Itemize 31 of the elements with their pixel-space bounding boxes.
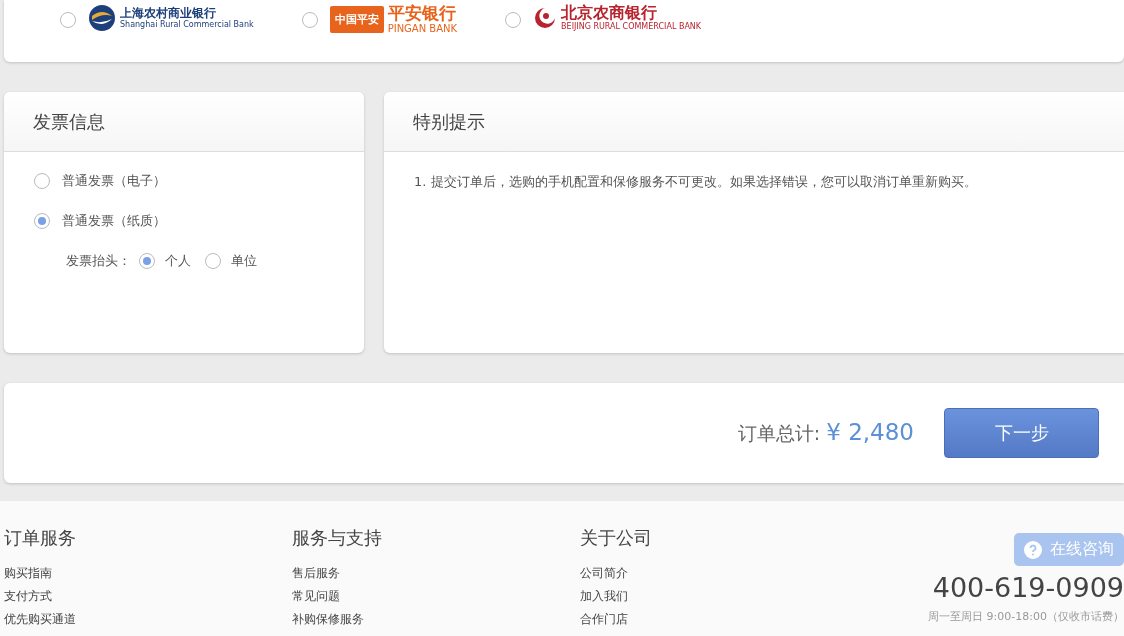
field-label: 发票抬头： [66,252,131,270]
footer-heading: 服务与支持 [292,526,383,550]
footer-link[interactable]: 优先购买通道 [4,608,292,631]
service-hours: 周一至周日 9:00-18:00（仅收市话费） [928,609,1124,624]
footer-link[interactable]: 合作门店 [580,608,868,631]
bank-logo: 中国平安 平安银行 PINGAN BANK [329,4,458,35]
footer-link[interactable]: 支付方式 [4,585,292,608]
option-label: 单位 [231,252,257,270]
option-label: 普通发票（电子） [62,172,166,190]
footer-link[interactable]: 购买指南 [4,562,292,585]
option-label: 个人 [165,252,191,270]
footer-heading: 订单服务 [4,526,77,550]
question-icon [1024,540,1042,559]
bank-emblem-icon [533,5,558,30]
next-step-button[interactable]: 下一步 [944,408,1099,458]
footer-link[interactable]: 售后服务 [292,562,580,585]
panel-title: 特别提示 [384,92,1124,152]
footer-link[interactable]: 常见问题 [292,585,580,608]
total-amount: ¥ 2,480 [826,419,914,445]
panel-title: 发票信息 [4,92,364,152]
footer-heading: 关于公司 [580,526,653,550]
footer-link[interactable]: 公司简介 [580,562,868,585]
bank-emblem-icon [88,4,116,32]
bank-logo: 北京农商银行 BEIJING RURAL COMMERCIAL BANK [533,4,702,32]
bank-logo: 上海农村商业银行 Shanghai Rural Commercial Bank [88,4,254,32]
footer-link[interactable]: 补购保修服务 [292,608,580,631]
phone-number: 400-619-0909 [932,572,1124,603]
total-label: 订单总计: [737,421,821,446]
option-label: 普通发票（纸质） [62,212,166,230]
footer-link[interactable]: 加入我们 [580,585,868,608]
notice-text: 1. 提交订单后，选购的手机配置和保修服务不可更改。如果选择错误，您可以取消订单重新购买。 [414,173,978,191]
